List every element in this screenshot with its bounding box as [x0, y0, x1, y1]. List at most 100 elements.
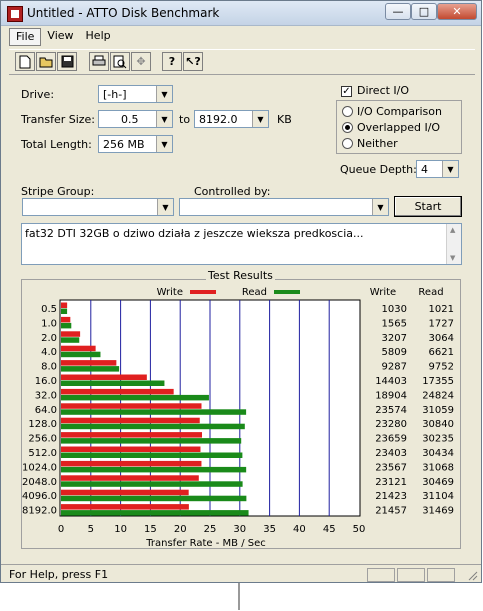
x-tick-label: 30 — [233, 524, 246, 535]
bar-write — [61, 302, 68, 308]
bar-read — [61, 510, 249, 516]
legend-write-swatch — [190, 290, 216, 294]
legend-read-swatch — [274, 290, 300, 294]
status-text: For Help, press F1 — [9, 568, 109, 581]
bar-read — [61, 495, 247, 502]
status-cell-3 — [427, 568, 455, 582]
y-tick-label: 64.0 — [35, 405, 57, 416]
x-tick-label: 20 — [174, 524, 187, 535]
bar-write — [61, 388, 174, 395]
bar-write — [61, 446, 201, 452]
resize-grip-icon[interactable] — [466, 569, 478, 581]
read-value: 30469 — [422, 477, 454, 488]
status-cell-1 — [367, 568, 395, 582]
y-tick-label: 512.0 — [28, 448, 57, 459]
bar-read — [61, 380, 165, 386]
bar-write — [61, 489, 189, 496]
read-value: 30235 — [422, 434, 454, 445]
bar-read — [61, 366, 120, 372]
read-value: 30840 — [422, 419, 454, 430]
read-value: 1727 — [429, 318, 454, 329]
bar-read — [61, 452, 243, 458]
read-value: 31059 — [422, 405, 454, 416]
status-cell-2 — [397, 568, 425, 582]
bar-write — [61, 331, 81, 337]
write-value: 3207 — [382, 333, 407, 344]
read-value: 9752 — [429, 362, 454, 373]
legend-read-label: Read — [242, 287, 267, 298]
read-value: 3064 — [429, 333, 454, 344]
bar-write — [61, 360, 117, 366]
y-tick-label: 16.0 — [35, 376, 57, 387]
status-bar: For Help, press F1 — [1, 564, 481, 583]
column-read-header: Read — [418, 287, 443, 298]
bar-read — [61, 481, 243, 487]
x-axis-label: Transfer Rate - MB / Sec — [145, 538, 266, 549]
bar-read — [61, 322, 72, 329]
bar-write — [61, 460, 202, 467]
write-value: 14403 — [375, 376, 407, 387]
column-write-header: Write — [370, 287, 396, 298]
y-tick-label: 2.0 — [41, 333, 57, 344]
bar-read — [61, 423, 245, 430]
y-tick-label: 8192.0 — [22, 506, 57, 517]
bar-write — [61, 417, 200, 424]
x-tick-label: 25 — [204, 524, 217, 535]
bar-write — [61, 403, 202, 409]
legend-write-label: Write — [157, 287, 183, 298]
app-window: Untitled - ATTO Disk Benchmark — □ ✕ Fil… — [0, 0, 482, 583]
x-tick-label: 0 — [58, 524, 64, 535]
y-tick-label: 128.0 — [28, 419, 57, 430]
bar-write — [61, 432, 203, 438]
y-tick-label: 1024.0 — [22, 462, 57, 473]
y-tick-label: 1.0 — [41, 318, 57, 329]
write-value: 21457 — [375, 506, 407, 517]
write-value: 23280 — [375, 419, 407, 430]
y-tick-label: 256.0 — [28, 434, 57, 445]
desktop-divider — [238, 583, 240, 610]
write-value: 18904 — [375, 390, 407, 401]
write-value: 23567 — [375, 462, 407, 473]
write-value: 23121 — [375, 477, 407, 488]
bar-write — [61, 345, 96, 352]
write-value: 23574 — [375, 405, 407, 416]
write-value: 9287 — [382, 362, 407, 373]
read-value: 1021 — [429, 304, 454, 315]
x-tick-label: 10 — [114, 524, 127, 535]
results-chart: Write Read Write Read 0.5 1.0 2.0 4.0 8.0 16.… — [22, 287, 454, 549]
bar-write — [61, 504, 189, 510]
read-value: 24824 — [422, 390, 454, 401]
read-value: 31469 — [422, 506, 454, 517]
bar-read — [61, 466, 247, 473]
write-value: 23659 — [375, 434, 407, 445]
read-value: 31068 — [422, 462, 454, 473]
write-value: 23403 — [375, 448, 407, 459]
x-tick-label: 5 — [88, 524, 94, 535]
x-tick-label: 15 — [144, 524, 157, 535]
read-value: 30434 — [422, 448, 454, 459]
bar-read — [61, 409, 247, 415]
x-tick-label: 35 — [263, 524, 276, 535]
bar-read — [61, 308, 68, 314]
y-tick-label: 32.0 — [35, 390, 57, 401]
y-tick-label: 4.0 — [41, 347, 57, 358]
write-value: 1030 — [382, 304, 407, 315]
bar-read — [61, 438, 242, 444]
read-value: 6621 — [429, 347, 454, 358]
bar-read — [61, 351, 101, 358]
bar-write — [61, 374, 147, 380]
bar-read — [61, 394, 209, 401]
x-tick-label: 45 — [323, 524, 336, 535]
y-tick-label: 8.0 — [41, 362, 57, 373]
read-value: 31104 — [422, 491, 454, 502]
y-tick-label: 2048.0 — [22, 477, 57, 488]
write-value: 1565 — [382, 318, 407, 329]
y-tick-label: 4096.0 — [22, 491, 57, 502]
y-tick-label: 0.5 — [41, 304, 57, 315]
write-value: 5809 — [382, 347, 407, 358]
bar-write — [61, 316, 71, 323]
bar-read — [61, 337, 80, 343]
x-tick-label: 50 — [353, 524, 366, 535]
bar-write — [61, 475, 199, 481]
write-value: 21423 — [375, 491, 407, 502]
